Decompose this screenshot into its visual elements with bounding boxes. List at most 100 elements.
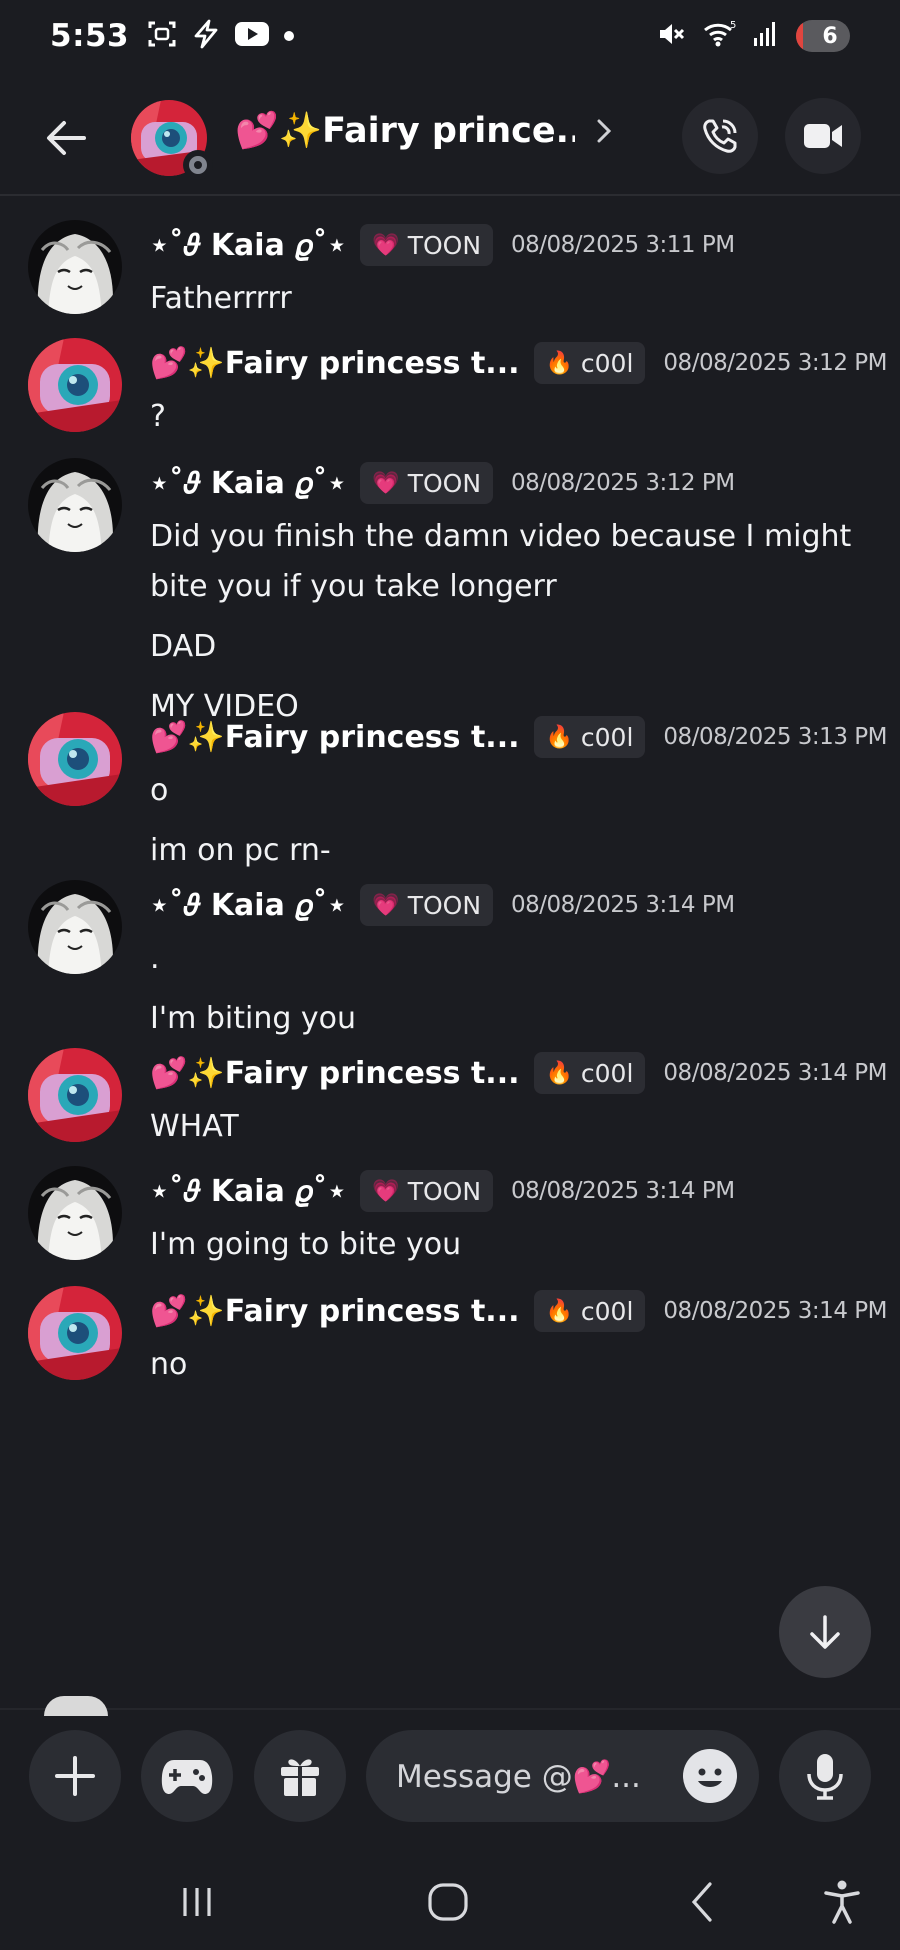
video-call-button[interactable] <box>785 98 861 174</box>
message-header: 💕✨Fairy princess t... 🔥 c00l 08/08/2025 3:1… <box>150 1052 887 1094</box>
role-tag[interactable]: 💗 TOON <box>360 224 494 266</box>
avatar[interactable] <box>28 1048 122 1142</box>
notification-dot-icon <box>283 27 295 46</box>
message-body: I'm going to bite you <box>150 1220 870 1280</box>
role-tag-icon: 🔥 <box>545 350 573 376</box>
accessibility-button[interactable] <box>812 1872 872 1932</box>
chat-header: 💕✨Fairy prince... <box>0 80 900 196</box>
message-text[interactable]: Fatherrrrr <box>150 274 870 324</box>
role-tag[interactable]: 💗 TOON <box>360 462 494 504</box>
status-left-icons <box>147 19 295 53</box>
timestamp: 08/08/2025 3:12 PM <box>663 350 887 376</box>
username[interactable]: ⋆˚𝜗 Kaia 𝜚˚⋆ <box>150 228 346 263</box>
status-bar: 5:53 5 6 <box>0 0 900 72</box>
username[interactable]: ⋆˚𝜗 Kaia 𝜚˚⋆ <box>150 1174 346 1209</box>
role-tag[interactable]: 💗 TOON <box>360 1170 494 1212</box>
emoji-button[interactable] <box>683 1749 737 1803</box>
role-tag-label: c00l <box>580 348 634 378</box>
message-text[interactable]: WHAT <box>150 1102 870 1152</box>
nav-back-button[interactable] <box>672 1872 732 1932</box>
role-tag-label: TOON <box>407 230 482 260</box>
message-text[interactable]: ? <box>150 392 870 442</box>
role-tag-label: c00l <box>580 722 634 752</box>
message-body: Fatherrrrr <box>150 274 870 334</box>
role-tag[interactable]: 🔥 c00l <box>533 716 646 758</box>
role-tag[interactable]: 🔥 c00l <box>533 342 646 384</box>
avatar[interactable] <box>28 338 122 432</box>
gift-button[interactable] <box>254 1730 346 1822</box>
username[interactable]: 💕✨Fairy princess t... <box>150 720 520 755</box>
role-tag-label: TOON <box>407 1176 482 1206</box>
message-text[interactable]: im on pc rn- <box>150 826 870 876</box>
screenshot-icon <box>147 19 177 53</box>
header-avatar[interactable] <box>131 100 213 180</box>
add-attachment-button[interactable] <box>29 1730 121 1822</box>
message-header: ⋆˚𝜗 Kaia 𝜚˚⋆ 💗 TOON 08/08/2025 3:12 PM <box>150 462 735 504</box>
voice-call-button[interactable] <box>682 98 758 174</box>
youtube-icon <box>235 21 270 51</box>
message-text[interactable]: DAD <box>150 622 870 672</box>
microphone-icon <box>807 1754 843 1800</box>
role-tag-icon: 💗 <box>372 892 400 918</box>
chat-title[interactable]: 💕✨Fairy prince... <box>235 110 575 151</box>
message-header: ⋆˚𝜗 Kaia 𝜚˚⋆ 💗 TOON 08/08/2025 3:11 PM <box>150 224 735 266</box>
avatar[interactable] <box>28 458 122 552</box>
avatar[interactable] <box>28 1286 122 1380</box>
message-body: WHAT <box>150 1102 870 1162</box>
scroll-to-bottom-button[interactable] <box>779 1586 871 1678</box>
battery-icon: 6 <box>796 20 850 52</box>
signal-icon <box>752 20 780 52</box>
plus-icon <box>55 1756 95 1796</box>
username[interactable]: 💕✨Fairy princess t... <box>150 346 520 381</box>
message-header: ⋆˚𝜗 Kaia 𝜚˚⋆ 💗 TOON 08/08/2025 3:14 PM <box>150 1170 735 1212</box>
svg-text:5: 5 <box>730 20 736 31</box>
mute-icon <box>656 19 686 53</box>
battery-level: 6 <box>822 23 838 49</box>
chevron-right-icon[interactable] <box>594 116 614 150</box>
activities-button[interactable] <box>141 1730 233 1822</box>
avatar[interactable] <box>28 712 122 806</box>
message-text[interactable]: no <box>150 1340 870 1390</box>
username[interactable]: 💕✨Fairy princess t... <box>150 1294 520 1329</box>
message-text[interactable]: o <box>150 766 870 816</box>
role-tag-icon: 🔥 <box>545 724 573 750</box>
role-tag-icon: 💗 <box>372 232 400 258</box>
message-text[interactable]: . <box>150 934 870 984</box>
back-button[interactable] <box>38 110 94 166</box>
username[interactable]: 💕✨Fairy princess t... <box>150 1056 520 1091</box>
message-composer: Message @💕... <box>0 1696 900 1850</box>
avatar[interactable] <box>28 880 122 974</box>
timestamp: 08/08/2025 3:14 PM <box>663 1298 887 1324</box>
message-header: 💕✨Fairy princess t... 🔥 c00l 08/08/2025 3:1… <box>150 716 887 758</box>
avatar[interactable] <box>28 1166 122 1260</box>
message-text[interactable]: I'm going to bite you <box>150 1220 870 1270</box>
battery-fill <box>796 20 804 52</box>
recents-button[interactable] <box>167 1872 227 1932</box>
timestamp: 08/08/2025 3:14 PM <box>511 1178 735 1204</box>
timestamp: 08/08/2025 3:14 PM <box>663 1060 887 1086</box>
message-header: 💕✨Fairy princess t... 🔥 c00l 08/08/2025 3:1… <box>150 342 887 384</box>
role-tag[interactable]: 💗 TOON <box>360 884 494 926</box>
wifi-icon: 5 <box>702 19 736 53</box>
gamepad-icon <box>161 1760 213 1794</box>
username[interactable]: ⋆˚𝜗 Kaia 𝜚˚⋆ <box>150 888 346 923</box>
username[interactable]: ⋆˚𝜗 Kaia 𝜚˚⋆ <box>150 466 346 501</box>
message-text[interactable]: Did you finish the damn video because I … <box>150 512 870 612</box>
flash-icon <box>191 19 221 53</box>
message-list[interactable]: ⋆˚𝜗 Kaia 𝜚˚⋆ 💗 TOON 08/08/2025 3:11 PM Fathe… <box>0 198 900 1708</box>
message-text[interactable]: I'm biting you <box>150 994 870 1044</box>
role-tag[interactable]: 🔥 c00l <box>533 1290 646 1332</box>
role-tag-label: TOON <box>407 890 482 920</box>
home-button[interactable] <box>418 1872 478 1932</box>
role-tag-icon: 🔥 <box>545 1298 573 1324</box>
avatar <box>44 1696 108 1716</box>
accessibility-icon <box>824 1880 860 1924</box>
role-tag-icon: 💗 <box>372 470 400 496</box>
message-input[interactable]: Message @💕... <box>366 1730 759 1822</box>
role-tag-label: TOON <box>407 468 482 498</box>
message-input-placeholder: Message @💕... <box>396 1758 641 1795</box>
avatar[interactable] <box>28 220 122 314</box>
voice-message-button[interactable] <box>779 1730 871 1822</box>
role-tag[interactable]: 🔥 c00l <box>533 1052 646 1094</box>
role-tag-label: c00l <box>580 1058 634 1088</box>
